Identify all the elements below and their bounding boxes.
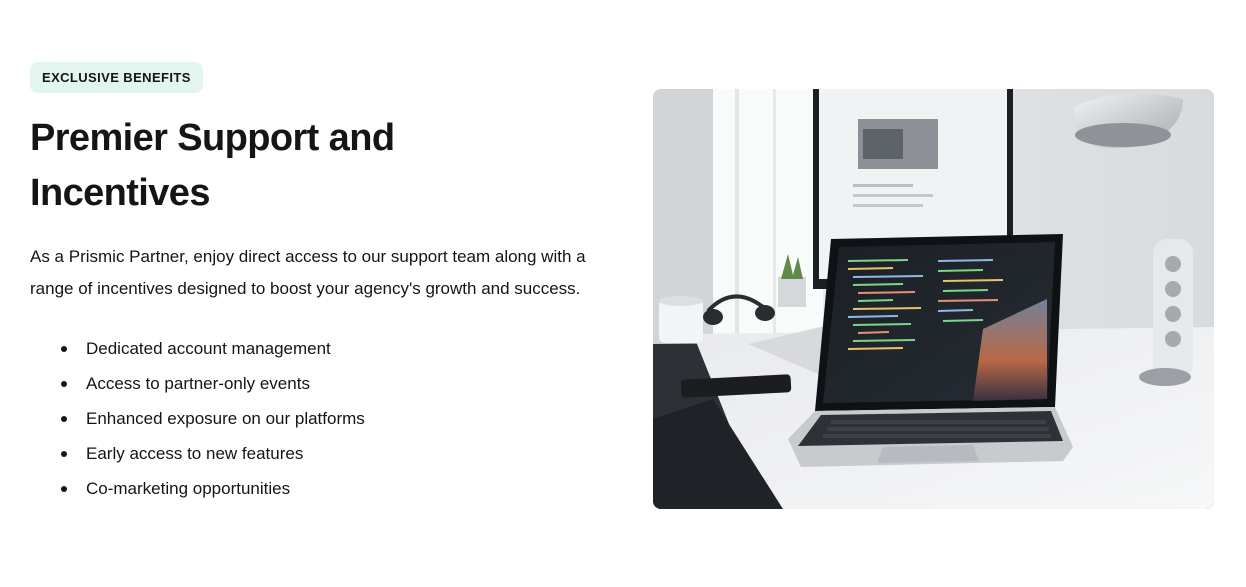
benefit-label: Co-marketing opportunities [86, 479, 291, 498]
section-description: As a Prismic Partner, enjoy direct acces… [30, 247, 586, 298]
benefit-label: Access to partner-only events [86, 374, 310, 393]
benefits-list: Dedicated account management Access to p… [30, 331, 610, 506]
laptop-desk-photo [653, 89, 1214, 509]
bullet-icon [61, 451, 67, 457]
list-item: Enhanced exposure on our platforms [30, 401, 610, 436]
bullet-icon [61, 346, 67, 352]
list-item: Dedicated account management [30, 331, 610, 366]
bullet-icon [61, 416, 67, 422]
section-title: Premier Support and Incentives [30, 117, 395, 214]
bullet-icon [61, 486, 67, 492]
content-column: EXCLUSIVE BENEFITS Premier Support and I… [30, 62, 610, 506]
list-item: Co-marketing opportunities [30, 471, 610, 506]
benefit-label: Dedicated account management [86, 339, 331, 358]
list-item: Early access to new features [30, 436, 610, 471]
benefits-section: EXCLUSIVE BENEFITS Premier Support and I… [0, 0, 1246, 587]
list-item: Access to partner-only events [30, 366, 610, 401]
benefit-label: Early access to new features [86, 444, 304, 463]
benefit-label: Enhanced exposure on our platforms [86, 409, 365, 428]
section-badge: EXCLUSIVE BENEFITS [30, 62, 203, 93]
bullet-icon [61, 381, 67, 387]
